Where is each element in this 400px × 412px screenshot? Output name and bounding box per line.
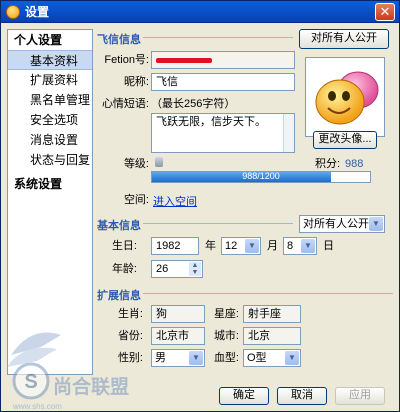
section-title-extended-info: 扩展信息 xyxy=(97,290,141,302)
mood-label: 心情短语: xyxy=(101,98,149,110)
month-unit: 月 xyxy=(267,240,278,252)
basic-info-privacy-select[interactable]: 对所有人公开 ▼ xyxy=(299,215,385,233)
enter-space-link[interactable]: 进入空间 xyxy=(153,193,197,209)
city-label: 城市: xyxy=(213,330,239,342)
chevron-down-icon[interactable]: ▼ xyxy=(245,239,259,253)
nav-item-status-reply[interactable]: 状态与回复 xyxy=(8,150,92,170)
birth-year-input[interactable]: 1982 xyxy=(151,237,199,255)
blood-type-select[interactable]: O型 ▼ xyxy=(243,349,301,367)
ok-button[interactable]: 确定 xyxy=(219,387,269,405)
mood-hint: （最长256字符） xyxy=(151,98,236,110)
level-badge-icon xyxy=(155,157,163,167)
privacy-button[interactable]: 对所有人公开 xyxy=(299,29,389,49)
cancel-button[interactable]: 取消 xyxy=(277,387,327,405)
watermark-url: www.shs.com xyxy=(12,402,62,411)
blood-type-label: 血型: xyxy=(213,352,239,364)
title-bar[interactable]: 设置 ✕ xyxy=(1,1,399,23)
apply-button[interactable]: 应用 xyxy=(335,387,385,405)
nav-item-extended-info[interactable]: 扩展资料 xyxy=(8,70,92,90)
nickname-label: 昵称: xyxy=(123,76,149,88)
zodiac-field: 狗 xyxy=(151,305,205,323)
nav-item-blacklist[interactable]: 黑名单管理 xyxy=(8,90,92,110)
fetion-id-field xyxy=(151,51,295,69)
spinner-arrows-icon[interactable]: ▲ ▼ xyxy=(189,262,201,276)
chevron-down-icon[interactable]: ▼ xyxy=(285,351,299,365)
level-progress-text: 988/1200 xyxy=(242,171,280,181)
level-progress-bar: 988/1200 xyxy=(151,171,371,183)
points-label: 积分: xyxy=(315,158,341,170)
birth-month-select[interactable]: 12 ▼ xyxy=(221,237,261,255)
birthday-label: 生日: xyxy=(111,240,137,252)
redacted-id-mark xyxy=(156,58,212,63)
points-value: 988 xyxy=(345,158,364,170)
age-label: 年龄: xyxy=(111,263,137,275)
watermark-logo: S 尚合联盟 www.shs.com xyxy=(7,332,129,411)
section-title-fetion-info: 飞信信息 xyxy=(97,34,141,46)
birth-day-select[interactable]: 8 ▼ xyxy=(283,237,317,255)
city-field: 北京 xyxy=(243,327,301,345)
fetion-avatar-icon xyxy=(315,71,379,125)
age-spinner[interactable]: 26 ▲ ▼ xyxy=(151,260,203,278)
mood-scrollbar[interactable] xyxy=(283,114,294,152)
level-label: 等级: xyxy=(123,158,149,170)
day-unit: 日 xyxy=(323,240,334,252)
fetion-id-label: Fetion号: xyxy=(104,54,149,66)
section-title-basic-info: 基本信息 xyxy=(97,220,141,232)
gender-select[interactable]: 男 ▼ xyxy=(151,349,205,367)
nav-group-system[interactable]: 系统设置 xyxy=(8,174,92,194)
section-divider xyxy=(143,37,293,38)
settings-window: 设置 ✕ 个人设置 基本资料 扩展资料 黑名单管理 安全选项 消息设置 状态与回… xyxy=(0,0,400,412)
close-button[interactable]: ✕ xyxy=(375,3,395,21)
chevron-down-icon[interactable]: ▼ xyxy=(189,351,203,365)
mood-textarea[interactable]: 飞跃无限，信步天下。 xyxy=(151,113,295,153)
nav-item-basic-info[interactable]: 基本资料 xyxy=(8,50,92,70)
chevron-down-icon[interactable]: ▼ xyxy=(369,217,383,231)
chevron-down-icon[interactable]: ▼ xyxy=(301,239,315,253)
space-label: 空间: xyxy=(123,194,149,206)
window-title: 设置 xyxy=(25,5,50,19)
constellation-field: 射手座 xyxy=(243,305,301,323)
section-divider xyxy=(143,293,393,294)
nav-group-personal[interactable]: 个人设置 xyxy=(8,30,92,50)
section-divider xyxy=(143,223,293,224)
svg-text:S: S xyxy=(24,371,37,393)
watermark-text: 尚合联盟 xyxy=(53,375,129,398)
year-unit: 年 xyxy=(205,240,216,252)
province-field: 北京市 xyxy=(151,327,205,345)
nav-item-message-settings[interactable]: 消息设置 xyxy=(8,130,92,150)
nickname-input[interactable]: 飞信 xyxy=(151,73,295,91)
constellation-label: 星座: xyxy=(213,308,239,320)
change-avatar-button[interactable]: 更改头像... xyxy=(313,131,377,149)
fetion-app-icon xyxy=(6,5,20,19)
nav-item-security[interactable]: 安全选项 xyxy=(8,110,92,130)
mood-text: 飞跃无限，信步天下。 xyxy=(156,116,266,128)
basic-info-privacy-value: 对所有人公开 xyxy=(303,218,369,230)
avatar-frame[interactable] xyxy=(305,57,385,137)
